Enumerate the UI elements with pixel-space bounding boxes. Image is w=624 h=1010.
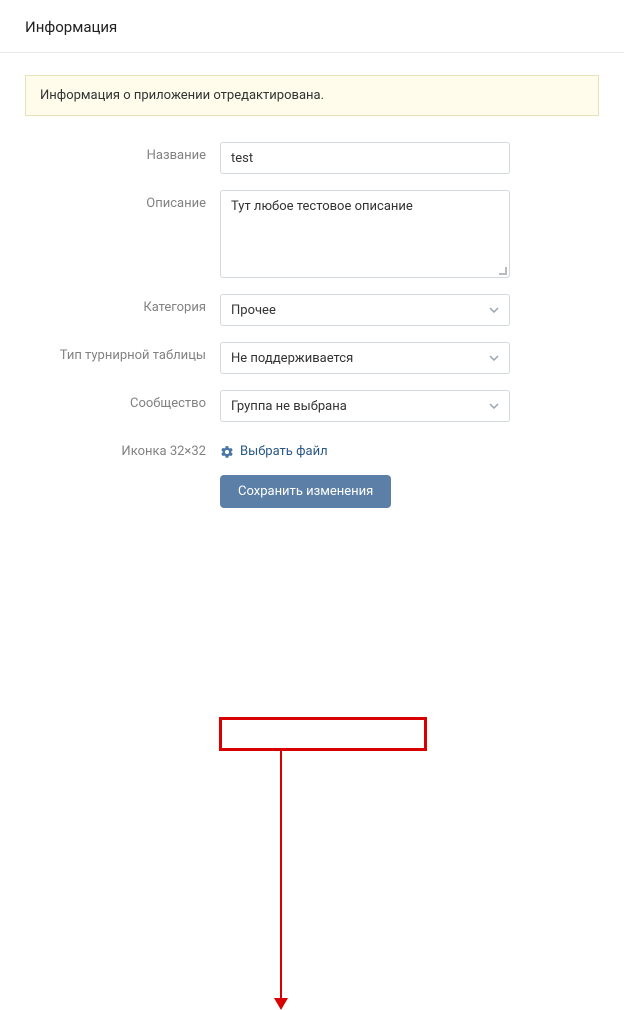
row-icon: Иконка 32×32 Выбрать файл — [25, 438, 599, 459]
save-button[interactable]: Сохранить изменения — [220, 475, 391, 508]
resize-handle-icon[interactable] — [497, 265, 507, 275]
chevron-down-icon — [489, 355, 499, 361]
row-category: Категория Прочее — [25, 294, 599, 326]
category-select[interactable]: Прочее — [220, 294, 510, 326]
tournament-select[interactable]: Не поддерживается — [220, 342, 510, 374]
category-value: Прочее — [231, 303, 276, 318]
community-value: Группа не выбрана — [231, 399, 347, 414]
choose-file-text: Выбрать файл — [240, 444, 328, 459]
row-tournament: Тип турнирной таблицы Не поддерживается — [25, 342, 599, 374]
page-title: Информация — [0, 0, 624, 53]
description-textarea[interactable]: Тут любое тестовое описание — [220, 190, 510, 278]
chevron-down-icon — [489, 403, 499, 409]
name-input[interactable] — [220, 142, 510, 174]
label-tournament: Тип турнирной таблицы — [25, 342, 220, 363]
success-notice: Информация о приложении отредактирована. — [25, 75, 599, 116]
annotation-arrow-head-icon — [274, 998, 288, 1010]
label-category: Категория — [25, 294, 220, 315]
community-select[interactable]: Группа не выбрана — [220, 390, 510, 422]
row-description: Описание Тут любое тестовое описание — [25, 190, 599, 278]
row-community: Сообщество Группа не выбрана — [25, 390, 599, 422]
annotation-highlight-box — [219, 717, 427, 751]
form-content: Информация о приложении отредактирована.… — [0, 53, 624, 528]
choose-file-link[interactable]: Выбрать файл — [220, 438, 510, 459]
tournament-value: Не поддерживается — [231, 351, 353, 366]
chevron-down-icon — [489, 307, 499, 313]
description-text: Тут любое тестовое описание — [231, 199, 413, 214]
annotation-arrow-line — [280, 751, 282, 1001]
label-description: Описание — [25, 190, 220, 211]
label-name: Название — [25, 142, 220, 163]
row-name: Название — [25, 142, 599, 174]
label-community: Сообщество — [25, 390, 220, 411]
gear-icon — [220, 445, 234, 459]
label-icon: Иконка 32×32 — [25, 438, 220, 459]
